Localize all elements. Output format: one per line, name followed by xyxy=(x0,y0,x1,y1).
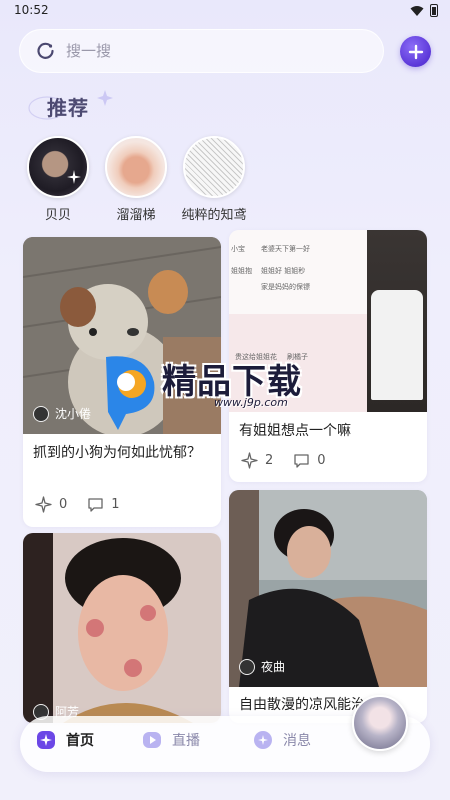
chat-snippet: 老婆天下第一好 xyxy=(261,245,310,253)
recommend-list: 贝贝 溜溜梯 纯粹的知鸢 xyxy=(0,136,450,226)
comment-icon xyxy=(294,454,309,468)
author-avatar xyxy=(33,405,49,422)
comment-count: 0 xyxy=(317,453,326,468)
avatar xyxy=(105,136,167,198)
nav-home[interactable]: 首页 xyxy=(36,730,94,750)
add-button[interactable] xyxy=(400,36,431,67)
comment-count: 1 xyxy=(111,497,120,512)
sparkle-icon xyxy=(67,170,81,184)
card-photo xyxy=(23,533,221,723)
author-name: 沈小倦 xyxy=(55,407,92,421)
watermark-url: www.j9p.com xyxy=(214,396,288,409)
nav-live-label: 直播 xyxy=(172,733,200,749)
live-icon xyxy=(143,732,161,748)
card-title: 抓到的小狗为何如此忧郁？ xyxy=(33,445,201,461)
search-icon xyxy=(37,42,54,59)
sparkle-like-icon xyxy=(241,452,258,469)
sparkle-like-icon xyxy=(35,496,52,513)
nav-messages-label: 消息 xyxy=(283,733,311,749)
nav-messages[interactable]: 消息 xyxy=(253,730,311,750)
card-stats: 2 0 xyxy=(241,452,346,469)
comment-stat[interactable]: 1 xyxy=(87,496,120,513)
battery-icon xyxy=(430,4,438,17)
recommend-name: 纯粹的知鸢 xyxy=(181,208,247,223)
watermark-logo-icon xyxy=(106,356,155,430)
search-input[interactable] xyxy=(66,42,346,60)
comment-stat[interactable]: 0 xyxy=(293,452,326,469)
feed-card[interactable]: 阿芳 xyxy=(23,533,221,723)
chat-snippet: 姐姐好 姐姐秒 xyxy=(261,267,306,275)
like-count: 2 xyxy=(265,453,274,468)
chat-snippet: 小宝 xyxy=(231,245,245,253)
nav-home-label: 首页 xyxy=(66,733,94,749)
status-icons xyxy=(410,4,438,17)
card-author[interactable]: 沈小倦 xyxy=(33,405,91,422)
author-avatar xyxy=(239,658,255,675)
plus-icon xyxy=(408,44,423,59)
avatar xyxy=(27,136,89,198)
nav-live[interactable]: 直播 xyxy=(142,730,200,750)
search-bar[interactable] xyxy=(19,29,384,73)
recommend-item[interactable]: 纯粹的知鸢 xyxy=(164,136,264,223)
comment-icon xyxy=(88,498,103,512)
profile-avatar[interactable] xyxy=(352,695,408,751)
card-author[interactable]: 夜曲 xyxy=(239,658,285,675)
chat-snippet: 家是妈妈的保镖 xyxy=(261,283,310,291)
wifi-icon xyxy=(410,5,424,16)
clothing-photo xyxy=(367,230,427,412)
avatar xyxy=(183,136,245,198)
card-image xyxy=(23,533,221,723)
like-stat[interactable]: 2 xyxy=(241,452,273,469)
home-icon xyxy=(37,731,55,749)
status-bar: 10:52 xyxy=(0,0,450,22)
like-count: 0 xyxy=(59,497,68,512)
watermark: 精品下载 www.j9p.com xyxy=(96,352,356,432)
chat-snippet: 姐姐抱 xyxy=(231,267,252,275)
status-time: 10:52 xyxy=(14,3,49,17)
like-stat[interactable]: 0 xyxy=(35,496,67,513)
card-stats: 0 1 xyxy=(35,496,140,513)
feed-card[interactable]: 夜曲 自由散漫的凉风能治愈我 xyxy=(229,490,427,723)
recommend-title: 推荐 xyxy=(47,96,89,120)
message-icon xyxy=(254,731,272,749)
author-name: 夜曲 xyxy=(261,660,286,674)
